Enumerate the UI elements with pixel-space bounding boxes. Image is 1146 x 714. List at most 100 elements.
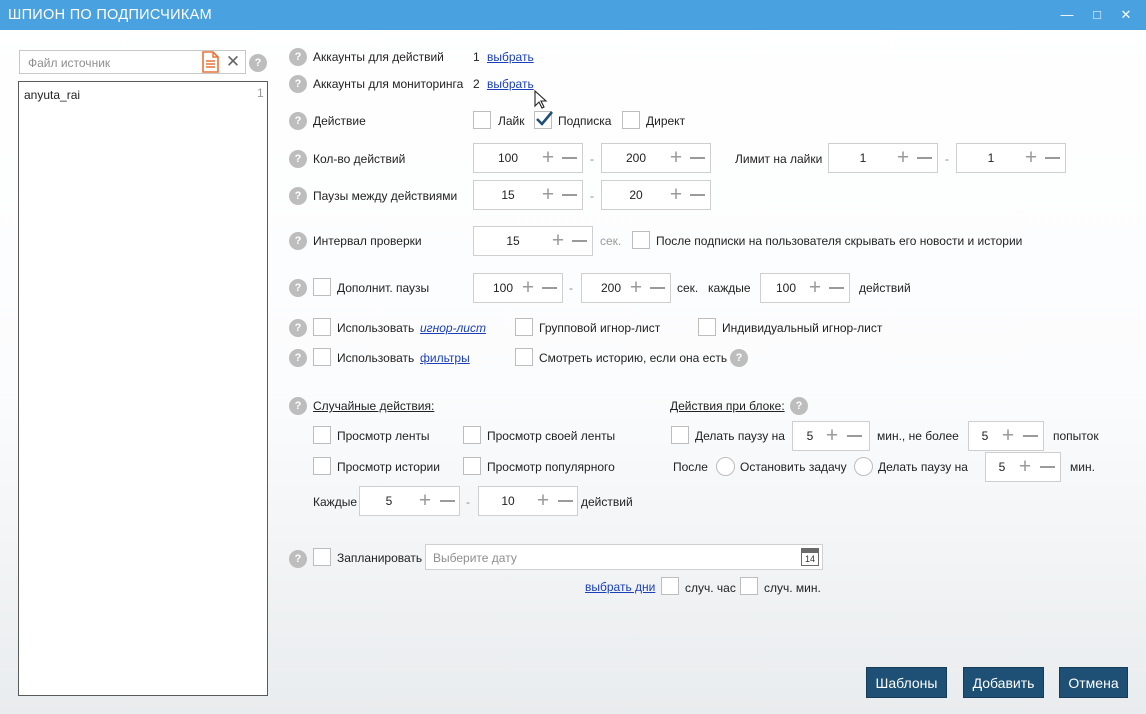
pause-radio[interactable] <box>854 457 873 476</box>
stepper-value[interactable]: 5 <box>986 453 1018 481</box>
stepper-value[interactable]: 200 <box>602 144 670 172</box>
cancel-button[interactable]: Отмена <box>1059 667 1128 698</box>
watch-story-checkbox[interactable] <box>515 348 533 366</box>
help-icon[interactable]: ? <box>289 232 307 250</box>
help-icon[interactable]: ? <box>289 150 307 168</box>
minus-icon[interactable] <box>1045 157 1060 159</box>
minus-icon[interactable] <box>1040 466 1055 468</box>
help-icon[interactable]: ? <box>289 187 307 205</box>
help-icon[interactable]: ? <box>289 349 307 367</box>
source-list[interactable]: anyuta_rai 1 <box>18 81 268 696</box>
individual-ignore-checkbox[interactable] <box>698 318 716 336</box>
plus-icon[interactable]: + <box>1022 144 1040 172</box>
like-checkbox[interactable] <box>473 111 491 129</box>
group-ignore-checkbox[interactable] <box>515 318 533 336</box>
stop-task-radio[interactable] <box>716 457 735 476</box>
plus-icon[interactable]: + <box>519 274 537 302</box>
stepper-value[interactable]: 5 <box>793 422 827 450</box>
help-icon[interactable]: ? <box>790 397 808 415</box>
random-from-stepper[interactable]: 5 + <box>359 486 460 516</box>
hide-news-checkbox[interactable] <box>632 231 650 249</box>
random-hour-checkbox[interactable] <box>661 577 679 595</box>
plus-icon[interactable]: + <box>416 487 434 515</box>
view-stories-checkbox[interactable] <box>313 457 331 475</box>
minus-icon[interactable] <box>1023 435 1038 437</box>
help-icon[interactable]: ? <box>289 550 307 568</box>
plus-icon[interactable]: + <box>999 422 1017 450</box>
help-icon[interactable]: ? <box>289 397 307 415</box>
plus-icon[interactable]: + <box>539 181 557 209</box>
plus-icon[interactable]: + <box>549 227 567 255</box>
minus-icon[interactable] <box>650 287 665 289</box>
extra-pauses-count-stepper[interactable]: 100 + <box>760 273 850 303</box>
add-button[interactable]: Добавить <box>963 667 1044 698</box>
plus-icon[interactable]: + <box>806 274 824 302</box>
block-attempts-stepper[interactable]: 5 + <box>968 421 1044 451</box>
ignore-list-link[interactable]: игнор-лист <box>420 321 486 335</box>
block-pause2-stepper[interactable]: 5 + <box>985 452 1061 482</box>
minus-icon[interactable] <box>690 194 705 196</box>
schedule-checkbox[interactable] <box>313 548 331 566</box>
extra-pauses-to-stepper[interactable]: 200 + <box>581 273 671 303</box>
plus-icon[interactable]: + <box>1016 453 1034 481</box>
check-interval-stepper[interactable]: 15 + <box>473 226 593 256</box>
plus-icon[interactable]: + <box>627 274 645 302</box>
extra-pauses-from-stepper[interactable]: 100 + <box>473 273 563 303</box>
plus-icon[interactable]: + <box>539 144 557 172</box>
minus-icon[interactable] <box>562 157 577 159</box>
templates-button[interactable]: Шаблоны <box>866 667 947 698</box>
select-days-link[interactable]: выбрать дни <box>585 580 655 594</box>
stepper-value[interactable]: 15 <box>474 181 542 209</box>
accounts-monitoring-select-link[interactable]: выбрать <box>487 77 534 91</box>
source-list-item-name[interactable]: anyuta_rai <box>24 88 80 102</box>
use-filters-checkbox[interactable] <box>313 348 331 366</box>
help-icon[interactable]: ? <box>730 349 748 367</box>
filters-link[interactable]: фильтры <box>420 351 470 365</box>
minus-icon[interactable] <box>562 194 577 196</box>
help-icon[interactable]: ? <box>289 112 307 130</box>
random-to-stepper[interactable]: 10 + <box>478 486 578 516</box>
pauses-to-stepper[interactable]: 20 + <box>601 180 711 210</box>
random-minute-checkbox[interactable] <box>740 577 758 595</box>
maximize-button[interactable]: □ <box>1083 4 1111 26</box>
view-own-feed-checkbox[interactable] <box>463 426 481 444</box>
direct-checkbox[interactable] <box>622 111 640 129</box>
help-icon[interactable]: ? <box>289 319 307 337</box>
accounts-actions-select-link[interactable]: выбрать <box>487 50 534 64</box>
stepper-value[interactable]: 10 <box>479 487 537 515</box>
extra-pauses-checkbox[interactable] <box>313 278 331 296</box>
minus-icon[interactable] <box>690 157 705 159</box>
block-pause-checkbox[interactable] <box>671 426 689 444</box>
minus-icon[interactable] <box>917 157 932 159</box>
plus-icon[interactable]: + <box>534 487 552 515</box>
like-limit-to-stepper[interactable]: 1 + <box>956 143 1066 173</box>
use-ignore-checkbox[interactable] <box>313 318 331 336</box>
block-pause-stepper[interactable]: 5 + <box>792 421 870 451</box>
view-feed-checkbox[interactable] <box>313 426 331 444</box>
help-icon[interactable]: ? <box>289 75 307 93</box>
minus-icon[interactable] <box>558 500 573 502</box>
document-icon[interactable] <box>200 51 220 73</box>
minus-icon[interactable] <box>847 435 862 437</box>
actions-count-from-stepper[interactable]: 100 + <box>473 143 583 173</box>
pauses-from-stepper[interactable]: 15 + <box>473 180 583 210</box>
plus-icon[interactable]: + <box>667 181 685 209</box>
stepper-value[interactable]: 100 <box>474 144 542 172</box>
plus-icon[interactable]: + <box>894 144 912 172</box>
view-popular-checkbox[interactable] <box>463 457 481 475</box>
stepper-value[interactable]: 5 <box>360 487 418 515</box>
minus-icon[interactable] <box>440 500 455 502</box>
date-input[interactable]: Выберите дату 14 <box>425 544 823 570</box>
stepper-value[interactable]: 1 <box>957 144 1025 172</box>
help-icon[interactable]: ? <box>289 48 307 66</box>
minimize-button[interactable]: — <box>1053 4 1081 26</box>
help-icon[interactable]: ? <box>289 279 307 297</box>
minus-icon[interactable] <box>829 287 844 289</box>
help-icon[interactable]: ? <box>249 54 267 72</box>
actions-count-to-stepper[interactable]: 200 + <box>601 143 711 173</box>
source-file-input[interactable]: Файл источник ✕ <box>19 50 246 74</box>
plus-icon[interactable]: + <box>823 422 841 450</box>
stepper-value[interactable]: 100 <box>761 274 811 302</box>
plus-icon[interactable]: + <box>667 144 685 172</box>
minus-icon[interactable] <box>542 287 557 289</box>
